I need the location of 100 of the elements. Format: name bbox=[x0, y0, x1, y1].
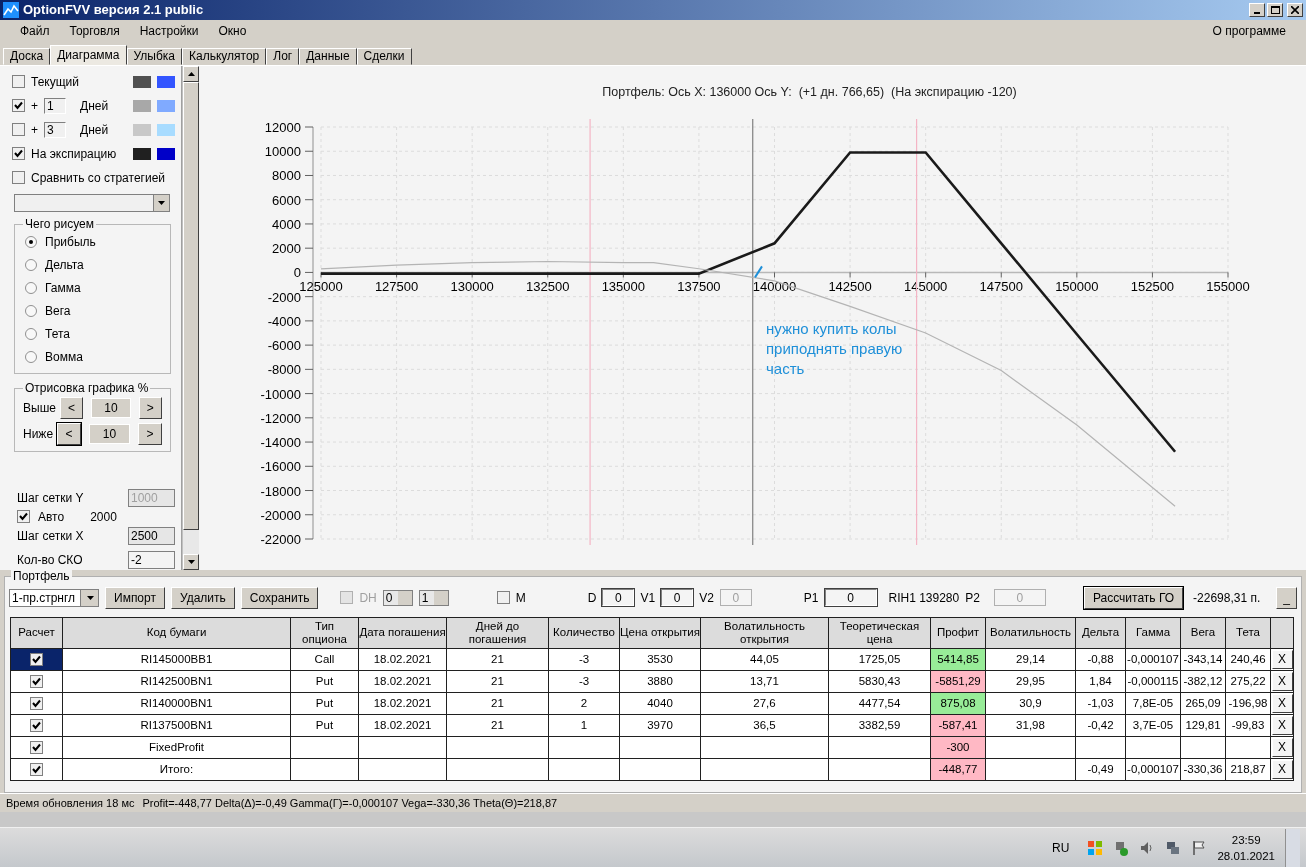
remove-button[interactable]: X bbox=[1271, 737, 1293, 757]
color-swatch[interactable] bbox=[157, 123, 175, 136]
decrease-button[interactable]: < bbox=[59, 396, 84, 419]
column-header[interactable]: Дельта bbox=[1075, 617, 1126, 649]
color-swatch[interactable] bbox=[133, 99, 151, 112]
checkbox[interactable] bbox=[30, 762, 43, 776]
minimize-button[interactable] bbox=[1249, 2, 1265, 17]
clock[interactable]: 23:59 28.01.2021 bbox=[1217, 832, 1275, 864]
column-header[interactable]: Дней до погашения bbox=[446, 617, 549, 649]
column-header[interactable]: Код бумаги bbox=[62, 617, 291, 649]
days-field[interactable]: 3 bbox=[44, 121, 66, 138]
checkbox[interactable] bbox=[12, 147, 25, 161]
column-header[interactable]: Цена открытия bbox=[619, 617, 701, 649]
menu-item[interactable]: Торговля bbox=[59, 24, 130, 39]
remove-button[interactable]: X bbox=[1271, 649, 1293, 669]
toolbar-button[interactable]: Сохранить bbox=[240, 586, 319, 609]
column-header[interactable]: Вега bbox=[1180, 617, 1226, 649]
close-button[interactable] bbox=[1287, 2, 1303, 17]
decrease-button[interactable]: < bbox=[57, 422, 82, 445]
color-swatch[interactable] bbox=[133, 123, 151, 136]
menu-item[interactable]: Окно bbox=[208, 24, 257, 39]
checkbox[interactable] bbox=[12, 75, 25, 89]
flag-icon[interactable] bbox=[1191, 840, 1208, 856]
radio-button[interactable] bbox=[25, 259, 37, 272]
grid-x-field[interactable]: 2500 bbox=[128, 526, 175, 545]
checkbox[interactable] bbox=[30, 696, 43, 710]
strategy-dropdown[interactable] bbox=[14, 193, 170, 212]
check-cell[interactable] bbox=[10, 758, 63, 781]
checkbox[interactable] bbox=[496, 591, 510, 605]
increase-button[interactable]: > bbox=[138, 396, 162, 419]
maximize-button[interactable] bbox=[1267, 2, 1283, 17]
color-swatch[interactable] bbox=[157, 99, 175, 112]
checkbox[interactable] bbox=[30, 718, 43, 732]
column-header[interactable]: Профит bbox=[930, 617, 986, 649]
checkbox[interactable] bbox=[12, 99, 25, 113]
network-icon[interactable] bbox=[1165, 840, 1182, 856]
language-indicator[interactable]: RU bbox=[1052, 841, 1070, 855]
toolbar-button[interactable]: Удалить bbox=[170, 586, 235, 609]
tab[interactable]: Данные bbox=[299, 47, 357, 65]
column-header[interactable]: Тип опциона bbox=[290, 617, 359, 649]
color-swatch[interactable] bbox=[157, 147, 175, 160]
checkbox[interactable] bbox=[30, 674, 43, 688]
value-field[interactable]: 0 bbox=[602, 589, 635, 607]
strategy-select[interactable]: 1-пр.стрнгл bbox=[9, 588, 99, 607]
radio-button[interactable] bbox=[25, 328, 37, 341]
radio-button[interactable] bbox=[25, 282, 37, 295]
tab[interactable]: Улыбка bbox=[126, 47, 183, 65]
menu-item[interactable]: О программе bbox=[1202, 24, 1296, 39]
tab[interactable]: Сделки bbox=[356, 47, 412, 65]
tab[interactable]: Калькулятор bbox=[182, 47, 267, 65]
radio-label: Прибыль bbox=[45, 235, 96, 250]
table-cell bbox=[290, 758, 359, 781]
check-cell[interactable] bbox=[10, 648, 63, 671]
color-swatch[interactable] bbox=[157, 75, 175, 88]
checkbox[interactable] bbox=[17, 510, 30, 524]
column-header[interactable]: Расчет bbox=[10, 617, 63, 649]
column-header[interactable]: Дата погашения bbox=[358, 617, 447, 649]
menu-item[interactable]: Файл bbox=[10, 24, 60, 39]
check-cell[interactable] bbox=[10, 692, 63, 715]
toolbar-button[interactable]: Импорт bbox=[105, 586, 165, 609]
check-cell[interactable] bbox=[10, 670, 63, 693]
remove-button[interactable]: X bbox=[1271, 759, 1293, 779]
remove-button[interactable]: X bbox=[1271, 715, 1293, 735]
column-header[interactable]: Тета bbox=[1225, 617, 1271, 649]
collapse-button[interactable]: _ bbox=[1276, 586, 1297, 609]
radio-button[interactable] bbox=[25, 236, 37, 249]
scroll-down-button[interactable] bbox=[183, 553, 199, 570]
checkbox[interactable] bbox=[30, 652, 43, 666]
remove-button[interactable]: X bbox=[1271, 693, 1293, 713]
color-swatch[interactable] bbox=[133, 75, 151, 88]
column-header[interactable]: Гамма bbox=[1125, 617, 1181, 649]
tab[interactable]: Лог bbox=[266, 47, 300, 65]
menu-item[interactable]: Настройки bbox=[129, 24, 209, 39]
days-field[interactable]: 1 bbox=[44, 97, 66, 114]
sko-field[interactable]: -2 bbox=[128, 550, 175, 569]
remove-button[interactable]: X bbox=[1271, 671, 1293, 691]
value-field[interactable]: 0 bbox=[661, 589, 694, 607]
spinner-field[interactable]: 1 bbox=[418, 589, 449, 606]
tab[interactable]: Доска bbox=[3, 47, 51, 65]
radio-button[interactable] bbox=[25, 305, 37, 318]
column-header[interactable]: Теоретическая цена bbox=[828, 617, 931, 649]
column-header[interactable]: Количество bbox=[548, 617, 620, 649]
checkbox[interactable] bbox=[12, 171, 25, 185]
scrollbar-thumb[interactable] bbox=[183, 81, 199, 530]
calculate-button[interactable]: Рассчитать ГО bbox=[1083, 586, 1184, 609]
check-cell[interactable] bbox=[10, 714, 63, 737]
column-header[interactable]: Волатильность bbox=[985, 617, 1076, 649]
column-header[interactable]: Волатильность открытия bbox=[700, 617, 829, 649]
increase-button[interactable]: > bbox=[137, 422, 162, 445]
checkbox[interactable] bbox=[30, 740, 43, 754]
color-swatch[interactable] bbox=[133, 147, 151, 160]
radio-button[interactable] bbox=[25, 351, 37, 364]
checkbox[interactable] bbox=[12, 123, 25, 137]
spinner-field[interactable]: 0 bbox=[382, 589, 413, 606]
value-field[interactable]: 0 bbox=[824, 589, 877, 607]
table-cell: 275,22 bbox=[1225, 670, 1271, 693]
tab[interactable]: Диаграмма bbox=[50, 44, 127, 65]
check-cell[interactable] bbox=[10, 736, 63, 759]
table-cell: Put bbox=[290, 692, 359, 715]
scroll-up-button[interactable] bbox=[183, 65, 199, 82]
